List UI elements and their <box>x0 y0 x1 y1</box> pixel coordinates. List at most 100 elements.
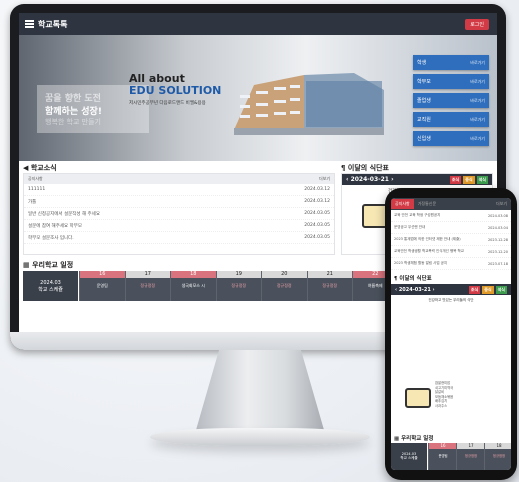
schedule-day-cell[interactable]: 17 정규정정 <box>124 271 171 301</box>
list-item[interactable]: 일반 신청공지에서 설문작성 해 주세요 2024.03.05 <box>24 208 334 220</box>
notice-tab[interactable]: 공지사항 <box>28 176 43 182</box>
prev-day-button[interactable]: ‹ <box>346 176 348 183</box>
phone-notice-date: 2024.03.08 <box>487 213 508 218</box>
phone-notice-date: 2024.03.04 <box>487 225 508 230</box>
phone-schedule-month-cell[interactable]: 2024.03 학교 스케쥴 <box>391 443 427 470</box>
schedule-title: 우리학교 일정 <box>32 261 74 269</box>
phone-schedule-section-title: ▦ 우리학교 일정 <box>391 430 436 444</box>
phone-tab-newsletter[interactable]: 가정통신문 <box>414 199 440 209</box>
school-building-image <box>234 73 384 135</box>
phone-notice-tabs: 공지사항 가정통신문 더보기 <box>391 198 511 210</box>
quick-links: 학생 바로가기 학부모 바로가기 졸업생 바로가기 교직원 바로가기 신입생 바로가기 <box>413 55 489 150</box>
quick-link-more: 바로가기 <box>470 116 485 122</box>
lunch-tab[interactable]: 중식 <box>463 175 475 184</box>
list-item[interactable]: 교육안전 학생생활 학교폭력 인식개선 행복 학교 2023.12.20 <box>391 246 511 258</box>
notice-date: 2024.03.05 <box>304 211 330 216</box>
phone-schedule-title: 우리학교 일정 <box>401 436 434 442</box>
lunch-tab[interactable]: 중식 <box>482 285 494 294</box>
schedule-section-title: ▦ 우리학교 일정 <box>23 260 73 270</box>
utensils-icon: ¶ <box>341 164 346 172</box>
login-button[interactable]: 로그인 <box>465 18 489 30</box>
phone-notice-date: 2023.12.20 <box>487 249 508 254</box>
phone-schedule-day-cell[interactable]: 18 정규정정 <box>484 443 511 470</box>
notice-date: 2024.03.12 <box>304 187 330 192</box>
phone-meal-section-title: ¶ 이달의 식단표 <box>391 270 511 284</box>
schedule-event[interactable]: 정규정정 <box>262 283 307 289</box>
phone-notice-text: 2023 통계법에 의한 인터넷 제한 안내 (제출) <box>394 237 461 241</box>
dinner-tab[interactable]: 석식 <box>495 285 507 294</box>
schedule-day-cell[interactable]: 16 운영팀 <box>79 271 125 301</box>
utensils-icon: ¶ <box>394 276 398 282</box>
schedule-month-cell[interactable]: 2024.03 학교 스케쥴 <box>23 271 78 301</box>
phone-schedule-event[interactable]: 정규정정 <box>485 453 511 458</box>
notice-date: 2024.03.05 <box>304 223 330 228</box>
breakfast-tab[interactable]: 조식 <box>449 175 462 184</box>
list-item[interactable]: 운영공고 무선랜 안내 2024.03.04 <box>391 222 511 234</box>
quick-link-freshman[interactable]: 신입생 바로가기 <box>413 131 489 146</box>
next-day-button[interactable]: › <box>391 176 393 183</box>
notice-section-title: ◀ 학교소식 <box>23 163 57 173</box>
schedule-day-cell[interactable]: 20 정규정정 <box>261 271 307 301</box>
dinner-tab[interactable]: 석식 <box>476 175 488 184</box>
schedule-event[interactable]: 생국회모스 시 <box>171 283 216 289</box>
quick-link-more: 바로가기 <box>470 97 485 103</box>
notice-panel: 공지사항 더보기 111111 2024.03.12 가톨 2024.03.12 일… <box>23 173 335 255</box>
prev-day-button[interactable]: ‹ <box>395 287 397 293</box>
notice-tab-bar: 공지사항 더보기 <box>24 174 334 184</box>
quick-link-parent[interactable]: 학부모 바로가기 <box>413 74 489 89</box>
phone-schedule-event[interactable]: 운영팀 <box>429 453 457 458</box>
schedule-event[interactable]: 운영팀 <box>80 283 125 289</box>
phone-notice-text: 2023 학생체험 활동 알림 사업 공지 <box>394 261 448 265</box>
notice-more-button[interactable]: 더보기 <box>319 176 330 182</box>
meal-date: 2024-03-21 <box>350 176 389 183</box>
meal-date-bar: ‹ 2024-03-21 › 조식 중식 석식 <box>342 174 492 185</box>
quick-link-staff[interactable]: 교직원 바로가기 <box>413 112 489 127</box>
phone-schedule-day-number: 16 <box>429 443 457 449</box>
schedule-event[interactable]: 정규정정 <box>308 283 353 289</box>
calendar-icon: ▦ <box>23 261 30 269</box>
phone-notice-text: 운영공고 무선랜 안내 <box>394 225 426 229</box>
schedule-day-cell[interactable]: 21 정규정정 <box>306 271 353 301</box>
quick-link-more: 바로가기 <box>470 135 485 141</box>
notice-text: 학부모 설문조사 입니다. <box>28 235 74 241</box>
calendar-icon: ▦ <box>394 436 400 442</box>
phone-schedule-strip: 2024.03 학교 스케쥴 16 운영팀 17 정규정정 18 정규정정 <box>391 443 511 470</box>
schedule-day-cell[interactable]: 19 정규정정 <box>215 271 262 301</box>
monitor-base <box>150 428 370 446</box>
notice-date: 2024.03.05 <box>304 235 330 240</box>
list-item[interactable]: 가톨 2024.03.12 <box>24 196 334 208</box>
phone-schedule-event[interactable]: 정규정정 <box>457 453 485 458</box>
schedule-event[interactable]: 정규정정 <box>126 283 171 289</box>
breakfast-tab[interactable]: 조식 <box>468 285 481 294</box>
quick-link-student[interactable]: 학생 바로가기 <box>413 55 489 70</box>
phone-tab-notice[interactable]: 공지사항 <box>391 199 414 209</box>
quick-link-graduate[interactable]: 졸업생 바로가기 <box>413 93 489 108</box>
next-day-button[interactable]: › <box>433 287 435 293</box>
phone-schedule-day-number: 17 <box>457 443 485 449</box>
phone-notice-text: 교육 안전 교육 학생 구성원공지 <box>394 213 441 217</box>
quick-link-label: 학생 <box>417 60 427 66</box>
list-item[interactable]: 학부모 설문조사 입니다. 2024.03.05 <box>24 232 334 244</box>
site-title[interactable]: 학교톡톡 <box>38 19 67 30</box>
hamburger-menu-icon[interactable] <box>25 20 34 28</box>
meal-section-title: ¶ 이달의 식단표 <box>341 163 389 173</box>
phone-schedule-day-cell[interactable]: 17 정규정정 <box>456 443 485 470</box>
list-item[interactable]: 설문에 참여 해주세요 학부모 2024.03.05 <box>24 220 334 232</box>
banner-faded-line-1: 꿈을 향한 도전 <box>45 94 101 104</box>
phone-schedule-day-cell[interactable]: 16 운영팀 <box>428 443 457 470</box>
notice-text: 일반 신청공지에서 설문작성 해 주세요 <box>28 211 100 217</box>
schedule-event[interactable]: 정규정정 <box>217 283 262 289</box>
schedule-day-number: 19 <box>216 271 261 278</box>
quick-link-more: 바로가기 <box>470 59 485 65</box>
quick-link-label: 신입생 <box>417 136 431 142</box>
meal-title: 이달의 식단표 <box>347 164 389 172</box>
phone-more-button[interactable]: 더보기 <box>492 199 511 209</box>
phone-meal-menu-title: 건강하고 맛있는 우리들의 식단 <box>428 298 474 302</box>
schedule-day-cell[interactable]: 18 생국회모스 시 <box>170 271 216 301</box>
phone-meal-title: 이달의 식단표 <box>399 276 432 282</box>
list-item[interactable]: 2023 통계법에 의한 인터넷 제한 안내 (제출) 2023.12.28 <box>391 234 511 246</box>
list-item[interactable]: 교육 안전 교육 학생 구성원공지 2024.03.08 <box>391 210 511 222</box>
notice-title: 학교소식 <box>30 164 57 172</box>
list-item[interactable]: 2023 학생체험 활동 알림 사업 공지 2023.07.18 <box>391 258 511 270</box>
list-item[interactable]: 111111 2024.03.12 <box>24 184 334 196</box>
